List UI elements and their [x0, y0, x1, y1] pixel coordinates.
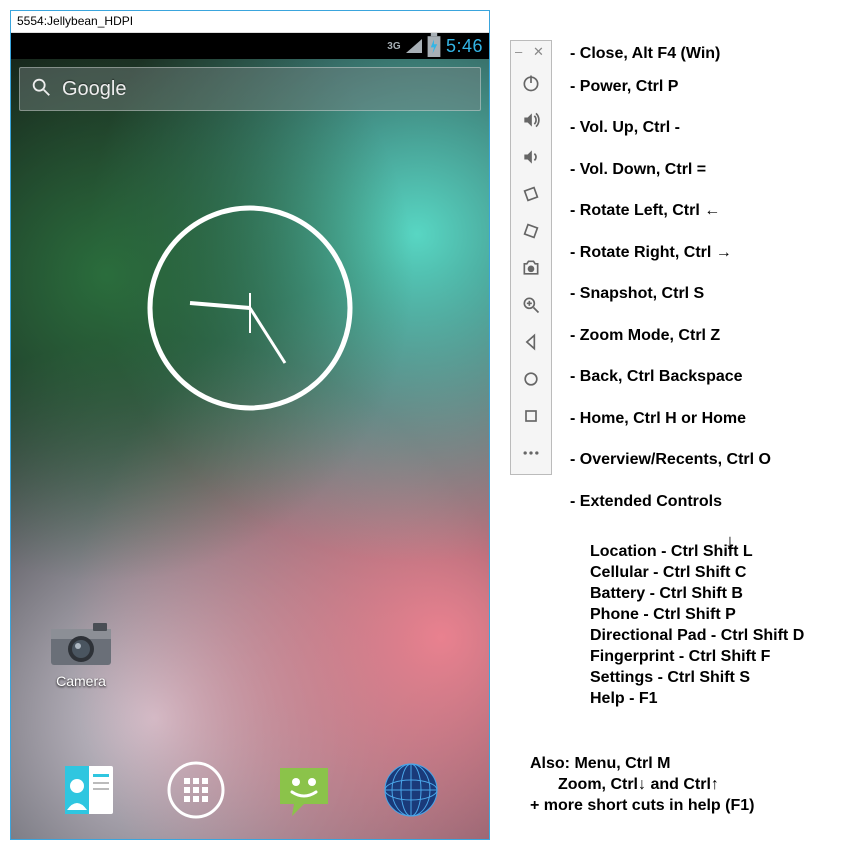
label-ext-location: Location - Ctrl Shift L: [590, 543, 804, 561]
messaging-app[interactable]: [274, 760, 334, 820]
label-ext-phone: Phone - Ctrl Shift P: [590, 606, 804, 624]
analog-clock-widget[interactable]: [145, 203, 355, 413]
status-bar: 3G 5:46: [11, 33, 489, 59]
minimize-button[interactable]: –: [515, 45, 529, 59]
label-volup: - Vol. Up, Ctrl -: [570, 119, 680, 137]
snapshot-button[interactable]: [514, 251, 548, 285]
camera-label: Camera: [56, 673, 106, 689]
label-ext-help: Help - F1: [590, 690, 804, 708]
browser-app[interactable]: [381, 760, 441, 820]
label-close: - Close, Alt F4 (Win): [570, 45, 720, 63]
overview-button[interactable]: [514, 399, 548, 433]
label-voldown: - Vol. Down, Ctrl =: [570, 161, 706, 179]
label-rotleft: - Rotate Left, Ctrl ←: [570, 202, 720, 220]
label-ext-dpad: Directional Pad - Ctrl Shift D: [590, 627, 804, 645]
camera-icon: [49, 621, 113, 669]
label-extended: - Extended Controls: [570, 493, 722, 511]
toolbar-labels: - Close, Alt F4 (Win) - Power, Ctrl P - …: [570, 42, 771, 523]
volume-down-button[interactable]: [514, 140, 548, 174]
close-button[interactable]: ✕: [533, 45, 547, 59]
label-snapshot: - Snapshot, Ctrl S: [570, 285, 704, 303]
search-icon: [30, 76, 52, 103]
label-rotright: - Rotate Right, Ctrl →: [570, 244, 732, 262]
signal-icon: [406, 39, 422, 53]
extended-controls-labels: ↓ Location - Ctrl Shift L Cellular - Ctr…: [590, 543, 804, 711]
home-button[interactable]: [514, 362, 548, 396]
label-also-menu: Also: Menu, Ctrl M: [530, 755, 754, 773]
power-button[interactable]: [514, 66, 548, 100]
emulator-toolbar: – ✕: [510, 40, 552, 475]
window-title: 5554:Jellybean_HDPI: [11, 11, 489, 33]
label-ext-cellular: Cellular - Ctrl Shift C: [590, 564, 804, 582]
label-overview: - Overview/Recents, Ctrl O: [570, 451, 771, 469]
battery-icon: [426, 39, 442, 53]
status-time: 5:46: [446, 36, 483, 57]
search-bar[interactable]: Google: [19, 67, 481, 111]
zoom-button[interactable]: [514, 288, 548, 322]
label-zoom: - Zoom Mode, Ctrl Z: [570, 327, 720, 345]
camera-app[interactable]: Camera: [41, 621, 121, 689]
volume-up-button[interactable]: [514, 103, 548, 137]
extended-controls-button[interactable]: [514, 436, 548, 470]
label-home: - Home, Ctrl H or Home: [570, 410, 746, 428]
network-3g-icon: 3G: [386, 39, 402, 53]
arrow-down-icon: ↓: [725, 531, 735, 554]
rotate-right-button[interactable]: [514, 214, 548, 248]
additional-shortcuts: Also: Menu, Ctrl M Zoom, Ctrl↓ and Ctrl↑…: [530, 755, 754, 818]
emulator-window: 5554:Jellybean_HDPI 3G 5:46 Google: [10, 10, 490, 840]
label-power: - Power, Ctrl P: [570, 78, 678, 96]
label-back: - Back, Ctrl Backspace: [570, 368, 743, 386]
back-button[interactable]: [514, 325, 548, 359]
label-ext-settings: Settings - Ctrl Shift S: [590, 669, 804, 687]
label-ext-battery: Battery - Ctrl Shift B: [590, 585, 804, 603]
label-also-more: + more short cuts in help (F1): [530, 797, 754, 815]
label-also-zoom: Zoom, Ctrl↓ and Ctrl↑: [530, 776, 754, 794]
label-ext-fingerprint: Fingerprint - Ctrl Shift F: [590, 648, 804, 666]
search-placeholder: Google: [62, 78, 127, 101]
apps-drawer-button[interactable]: [166, 760, 226, 820]
contacts-app[interactable]: [59, 760, 119, 820]
favorites-tray: [11, 751, 489, 829]
rotate-left-button[interactable]: [514, 177, 548, 211]
device-screen[interactable]: 3G 5:46 Google: [11, 33, 489, 839]
